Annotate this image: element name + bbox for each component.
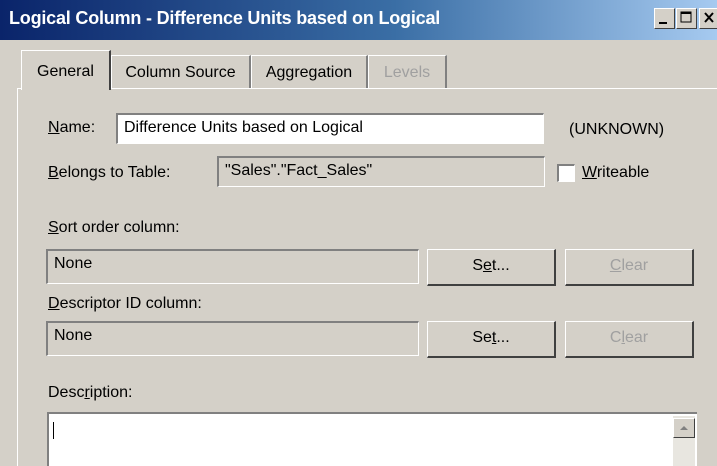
sort-order-field: None [46, 249, 419, 284]
sort-set-post: t... [491, 257, 510, 274]
descriptor-label-hotkey: D [48, 295, 60, 312]
sort-clear-text: lear [621, 257, 649, 274]
writeable-label-text: riteable [596, 164, 650, 181]
descriptor-clear-post: ear [625, 329, 649, 346]
description-scrollbar[interactable] [673, 416, 695, 466]
dialog-window: Logical Column - Difference Units based … [0, 0, 717, 466]
close-button[interactable] [699, 8, 717, 29]
sort-set-pre: S [472, 257, 483, 274]
descriptor-id-field: None [46, 321, 419, 356]
sort-label-text: ort order column: [58, 219, 180, 236]
descriptor-id-label: Descriptor ID column: [48, 295, 202, 313]
belongs-to-table-label: Belongs to Table: [48, 164, 170, 182]
tab-general[interactable]: General [21, 50, 111, 90]
name-label: Name: [48, 119, 95, 137]
writeable-checkbox[interactable] [557, 164, 575, 182]
descriptor-label-text: escriptor ID column: [59, 295, 202, 312]
description-label: Description: [48, 384, 132, 402]
tab-column-source[interactable]: Column Source [111, 55, 251, 88]
writeable-label-hotkey: W [582, 164, 597, 181]
maximize-icon [680, 11, 692, 23]
tab-levels[interactable]: Levels [368, 55, 447, 88]
name-label-text: ame: [59, 119, 96, 136]
window-title: Logical Column - Difference Units based … [9, 8, 441, 28]
column-type-text: (UNKNOWN) [569, 121, 665, 138]
scroll-up-button[interactable] [673, 418, 695, 438]
minimize-icon [659, 22, 667, 24]
belongs-label-hotkey: B [48, 164, 59, 181]
belongs-label-text: elongs to Table: [58, 164, 171, 181]
descriptor-clear-button[interactable]: Clear [565, 321, 694, 358]
title-bar[interactable]: Logical Column - Difference Units based … [0, 0, 717, 40]
sort-label-hotkey: S [48, 219, 59, 236]
writeable-label[interactable]: Writeable [582, 164, 649, 182]
sort-clear-hotkey: C [609, 257, 622, 274]
descriptor-set-pre: Se [472, 329, 492, 346]
description-label-post: iption: [89, 384, 133, 401]
close-icon [704, 12, 714, 23]
scroll-up-arrow-icon [680, 426, 688, 430]
screenshot-frame: Logical Column - Difference Units based … [0, 0, 717, 466]
maximize-button[interactable] [676, 8, 697, 29]
descriptor-set-post: ... [496, 329, 510, 346]
description-label-pre: Desc [48, 384, 85, 401]
name-label-hotkey: N [48, 119, 60, 136]
sort-order-label: Sort order column: [48, 219, 180, 237]
tab-aggregation[interactable]: Aggregation [251, 55, 368, 88]
belongs-to-table-field: "Sales"."Fact_Sales" [217, 156, 545, 187]
text-caret [53, 422, 54, 439]
sort-set-hotkey: e [482, 257, 492, 274]
descriptor-clear-pre: C [609, 329, 622, 346]
descriptor-set-button[interactable]: Set... [427, 321, 556, 358]
sort-clear-button[interactable]: Clear [565, 249, 694, 286]
name-input[interactable]: Difference Units based on Logical [116, 113, 544, 144]
minimize-button[interactable] [654, 8, 675, 29]
description-textarea[interactable] [47, 412, 697, 466]
sort-set-button[interactable]: Set... [427, 249, 556, 286]
